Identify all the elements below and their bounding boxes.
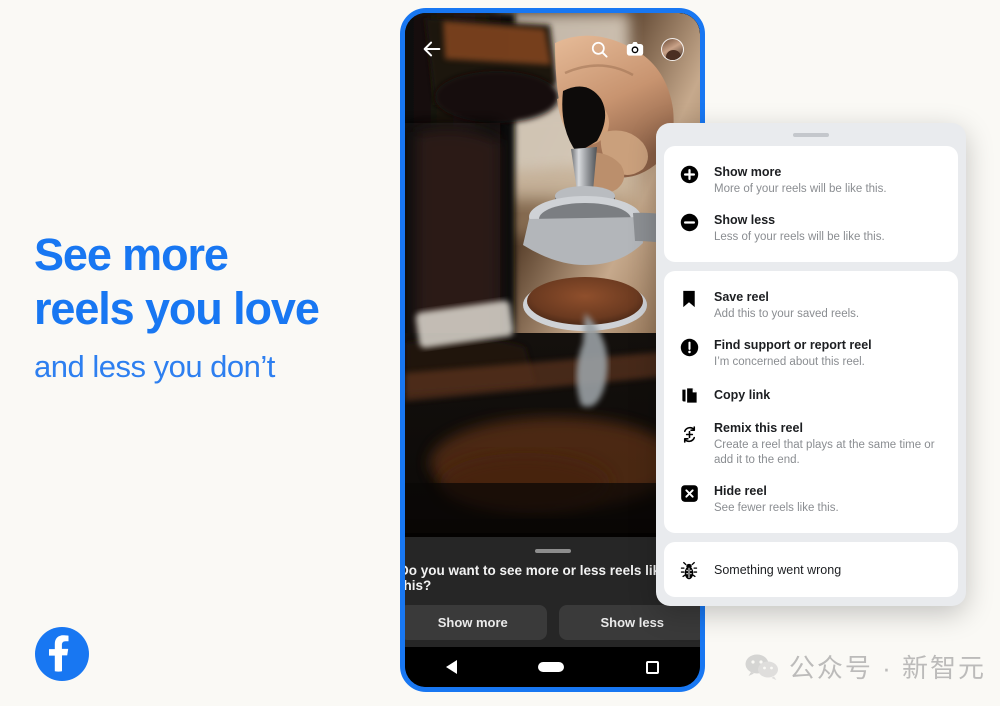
- options-group-feedback: Show more More of your reels will be lik…: [664, 146, 958, 262]
- option-subtitle: See fewer reels like this.: [714, 502, 839, 514]
- back-arrow-icon[interactable]: [421, 38, 443, 60]
- option-title: Hide reel: [714, 484, 767, 498]
- options-group-actions: Save reel Add this to your saved reels. …: [664, 271, 958, 533]
- option-text: Save reel Add this to your saved reels.: [714, 288, 944, 322]
- option-title: Something went wrong: [714, 562, 842, 577]
- prompt-drag-handle[interactable]: [534, 549, 571, 553]
- option-something-went-wrong[interactable]: Something went wrong: [664, 552, 958, 587]
- option-text: Something went wrong: [714, 561, 944, 579]
- option-show-less[interactable]: Show less Less of your reels will be lik…: [664, 204, 958, 252]
- headline-subline: and less you don’t: [34, 349, 275, 384]
- option-subtitle: I’m concerned about this reel.: [714, 356, 865, 368]
- profile-avatar[interactable]: [661, 37, 684, 61]
- option-text: Show less Less of your reels will be lik…: [714, 211, 944, 245]
- option-text: Show more More of your reels will be lik…: [714, 163, 944, 197]
- nav-home-icon[interactable]: [538, 662, 565, 672]
- remix-icon: [678, 419, 700, 444]
- prompt-show-more-button[interactable]: Show more: [405, 605, 547, 640]
- option-subtitle: Create a reel that plays at the same tim…: [714, 439, 935, 466]
- prompt-show-less-button[interactable]: Show less: [558, 605, 700, 640]
- option-save-reel[interactable]: Save reel Add this to your saved reels.: [664, 281, 958, 329]
- bookmark-icon: [678, 288, 700, 308]
- option-title: Copy link: [714, 387, 771, 402]
- option-text: Remix this reel Create a reel that plays…: [714, 419, 944, 468]
- bug-icon: [678, 559, 700, 580]
- watermark: 公众号 · 新智元: [745, 648, 986, 685]
- option-find-support-or-report[interactable]: Find support or report reel I’m concerne…: [664, 329, 958, 377]
- search-icon[interactable]: [590, 40, 609, 59]
- option-show-more[interactable]: Show more More of your reels will be lik…: [664, 156, 958, 204]
- reel-options-sheet: Show more More of your reels will be lik…: [656, 123, 966, 606]
- watermark-text: 公众号 · 新智元: [788, 653, 986, 683]
- minus-circle-icon: [678, 211, 700, 232]
- option-text: Find support or report reel I’m concerne…: [714, 336, 944, 370]
- nav-recents-icon[interactable]: [646, 660, 660, 674]
- option-copy-link[interactable]: Copy link: [664, 377, 958, 412]
- android-nav-bar: [405, 647, 700, 687]
- wechat-icon: [745, 652, 779, 682]
- option-title: Find support or report reel: [714, 338, 872, 352]
- option-remix-reel[interactable]: Remix this reel Create a reel that plays…: [664, 412, 958, 475]
- sheet-drag-handle[interactable]: [793, 133, 829, 137]
- option-title: Remix this reel: [714, 421, 803, 435]
- option-title: Show less: [714, 213, 776, 227]
- exclamation-circle-icon: [678, 336, 700, 357]
- top-bar-actions: [590, 37, 684, 61]
- reel-top-bar: [405, 13, 700, 85]
- nav-back-icon[interactable]: [445, 660, 457, 674]
- option-title: Save reel: [714, 290, 769, 304]
- option-text: Hide reel See fewer reels like this.: [714, 482, 944, 516]
- headline-block: See more reels you love and less you don…: [34, 228, 394, 386]
- option-subtitle: Add this to your saved reels.: [714, 308, 860, 320]
- option-hide-reel[interactable]: Hide reel See fewer reels like this.: [664, 475, 958, 523]
- headline-line-1: See more: [34, 229, 229, 280]
- option-subtitle: More of your reels will be like this.: [714, 183, 887, 195]
- camera-icon[interactable]: [625, 39, 645, 59]
- copy-link-icon: [678, 384, 700, 405]
- option-title: Show more: [714, 165, 782, 179]
- options-group-error: Something went wrong: [664, 542, 958, 597]
- option-subtitle: Less of your reels will be like this.: [714, 231, 885, 243]
- headline-line-2: reels you love: [34, 283, 320, 334]
- option-text: Copy link: [714, 386, 944, 404]
- facebook-logo: [34, 626, 90, 682]
- prompt-title: Do you want to see more or less reels li…: [405, 563, 668, 593]
- plus-circle-icon: [678, 163, 700, 184]
- prompt-actions: Show more Show less: [405, 605, 700, 640]
- hide-x-icon: [678, 482, 700, 503]
